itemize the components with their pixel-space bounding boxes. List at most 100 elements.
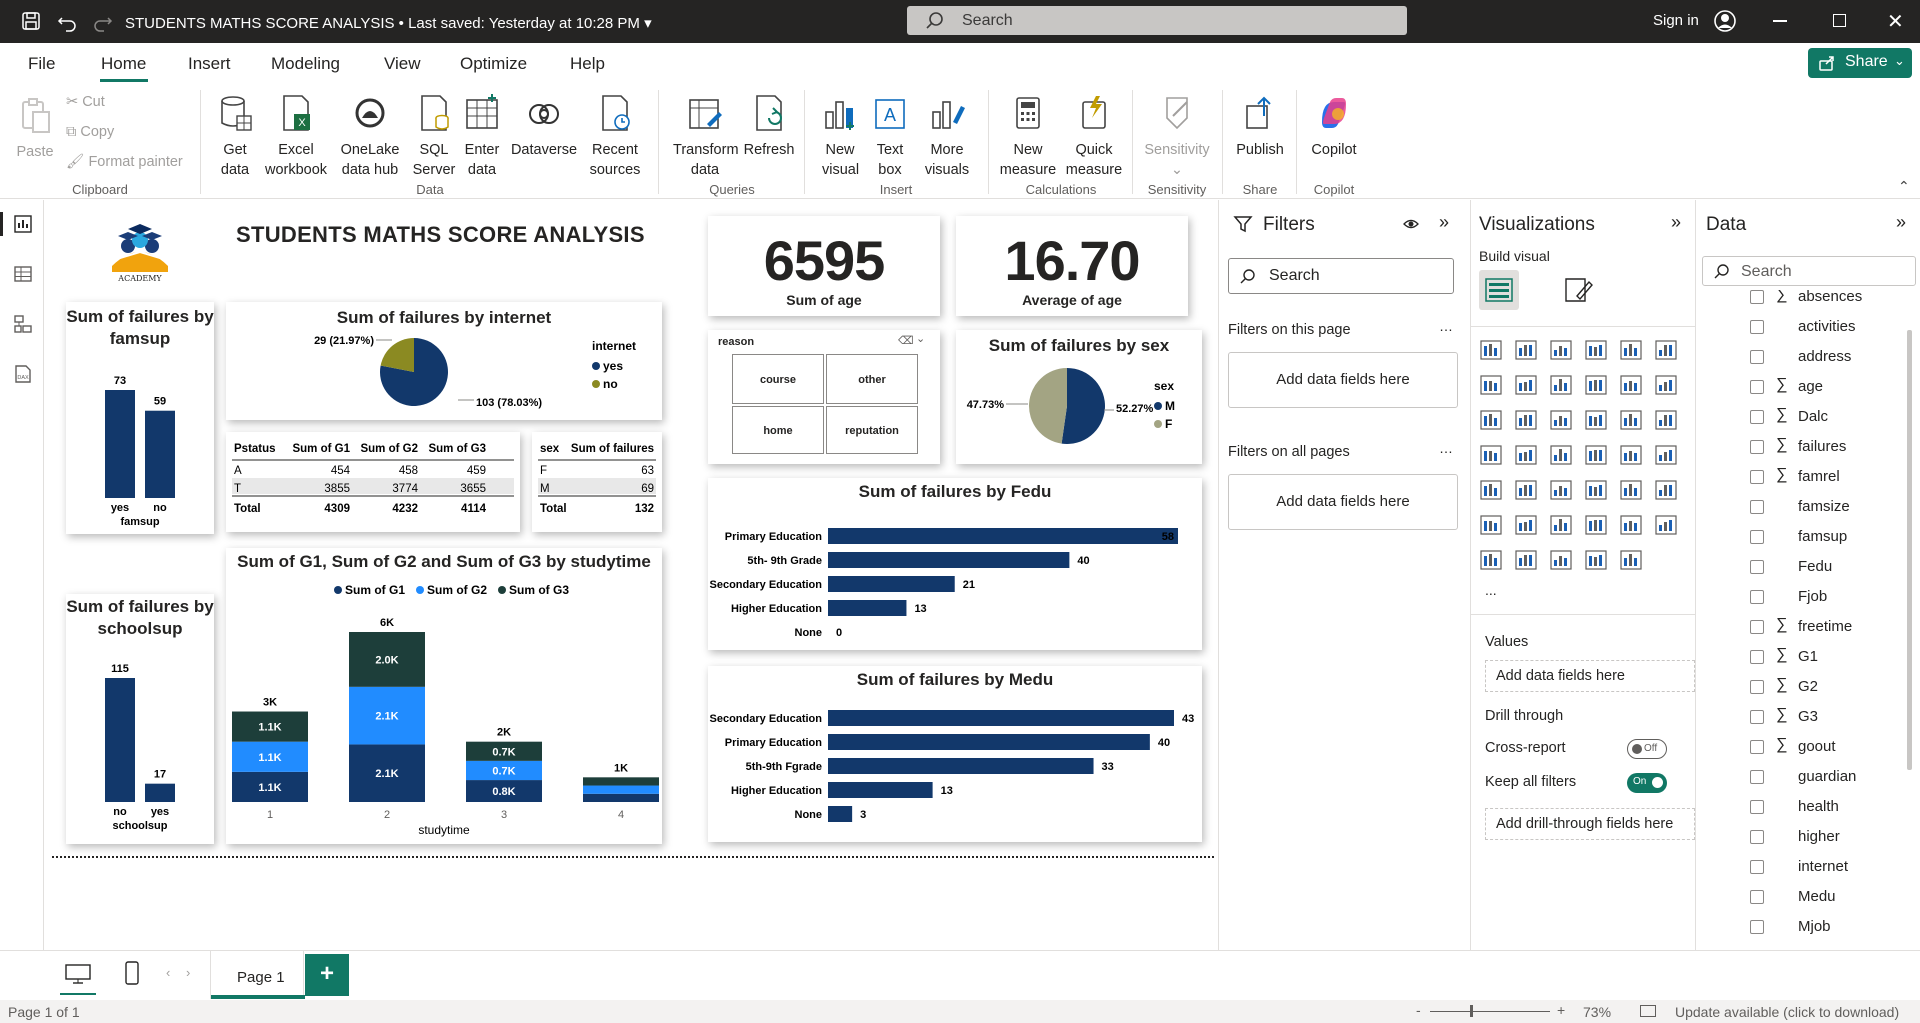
field-higher[interactable]: higher	[1696, 822, 1906, 852]
collapse-data-icon[interactable]: »	[1896, 212, 1906, 233]
collapse-ribbon-icon[interactable]: ⌃	[1898, 178, 1910, 195]
copilot-button[interactable]: Copilot	[1306, 94, 1362, 160]
paste-button[interactable]: Paste	[12, 96, 58, 162]
zoom-slider-thumb[interactable]	[1470, 1005, 1473, 1017]
transform-data-button[interactable]: Transform data	[668, 94, 742, 180]
field-checkbox[interactable]	[1750, 710, 1764, 724]
more-visuals-ellipsis[interactable]: ...	[1485, 582, 1497, 598]
field-failures[interactable]: ∑ failures	[1696, 432, 1906, 462]
field-checkbox[interactable]	[1750, 380, 1764, 394]
pie-visual-icon[interactable]	[1619, 408, 1643, 432]
recent-sources-button[interactable]: Recent sources	[584, 94, 646, 180]
field-checkbox[interactable]	[1750, 320, 1764, 334]
user-avatar-icon[interactable]	[1713, 9, 1737, 33]
redo-icon[interactable]	[92, 10, 114, 32]
format-visual-icon[interactable]	[1563, 276, 1593, 304]
field-checkbox[interactable]	[1750, 770, 1764, 784]
reason-slicer[interactable]: reason ⌫ ⌄ course other home reputation	[708, 330, 940, 464]
minimize-icon[interactable]	[1773, 20, 1787, 22]
dataverse-button[interactable]: Dataverse	[508, 94, 580, 160]
famsup-chart-card[interactable]: Sum of failures by famsup 73 yes 59 no famsu…	[66, 302, 214, 534]
slicer-visual-icon[interactable]	[1549, 478, 1573, 502]
sex-chart-card[interactable]: Sum of failures by sex 52.27% 47.73% sex M F	[956, 330, 1202, 464]
gauge-visual-icon[interactable]	[1619, 443, 1643, 467]
ribbon-visual-icon[interactable]	[1479, 408, 1503, 432]
zoom-in-icon[interactable]: +	[1557, 1002, 1565, 1018]
stacked-bar-visual-icon[interactable]	[1479, 338, 1503, 362]
format-painter-button[interactable]: 🖌 Format painter	[66, 152, 183, 172]
field-G1[interactable]: ∑ G1	[1696, 642, 1906, 672]
field-checkbox[interactable]	[1750, 680, 1764, 694]
field-checkbox[interactable]	[1750, 890, 1764, 904]
kpi-sum-age-card[interactable]: 6595 Sum of age	[708, 216, 940, 316]
r-script-visual-icon[interactable]	[1654, 478, 1678, 502]
search-box[interactable]: Search	[907, 6, 1407, 35]
python-visual-icon[interactable]	[1479, 513, 1503, 537]
get-data-button[interactable]: Get data	[210, 94, 260, 180]
field-checkbox[interactable]	[1750, 440, 1764, 454]
field-Mjob[interactable]: Mjob	[1696, 912, 1906, 942]
medu-chart-card[interactable]: Sum of failures by Medu Secondary Educat…	[708, 666, 1202, 842]
menu-home[interactable]: Home	[101, 54, 146, 74]
100-column-visual-icon[interactable]	[1654, 338, 1678, 362]
quick-measure-button[interactable]: Quick measure	[1062, 94, 1126, 180]
field-health[interactable]: health	[1696, 792, 1906, 822]
line-clustered-visual-icon[interactable]	[1654, 373, 1678, 397]
line-column-visual-icon[interactable]	[1619, 373, 1643, 397]
chevron-down-icon[interactable]: ▾	[644, 15, 652, 32]
menu-view[interactable]: View	[384, 54, 421, 74]
decomposition-tree-visual-icon[interactable]	[1549, 513, 1573, 537]
field-age[interactable]: ∑ age	[1696, 372, 1906, 402]
power-automate-visual-icon[interactable]	[1549, 548, 1573, 572]
clustered-bar-visual-icon[interactable]	[1549, 338, 1573, 362]
field-checkbox[interactable]	[1750, 740, 1764, 754]
eraser-icon[interactable]: ⌫	[898, 334, 914, 347]
qa-visual-icon[interactable]	[1584, 513, 1608, 537]
refresh-button[interactable]: Refresh	[742, 94, 796, 160]
table-visual-icon[interactable]	[1584, 478, 1608, 502]
table-view-icon[interactable]	[13, 264, 33, 284]
filters-search-input[interactable]: Search	[1228, 258, 1454, 294]
paginated-visual-icon[interactable]	[1654, 513, 1678, 537]
page-tab-1[interactable]: Page 1	[210, 951, 305, 999]
kpi-visual-icon[interactable]	[1514, 478, 1538, 502]
next-page-icon[interactable]: ›	[186, 965, 190, 980]
field-internet[interactable]: internet	[1696, 852, 1906, 882]
funnel-visual-icon[interactable]	[1549, 408, 1573, 432]
field-checkbox[interactable]	[1750, 590, 1764, 604]
kpi-avg-age-card[interactable]: 16.70 Average of age	[956, 216, 1188, 316]
filters-all-drop-zone[interactable]: Add data fields here	[1228, 474, 1458, 530]
field-checkbox[interactable]	[1750, 560, 1764, 574]
menu-file[interactable]: File	[28, 54, 55, 74]
fedu-chart-card[interactable]: Sum of failures by Fedu Primary Educatio…	[708, 478, 1202, 650]
studytime-chart-card[interactable]: Sum of G1, Sum of G2 and Sum of G3 by st…	[226, 548, 662, 844]
field-famrel[interactable]: ∑ famrel	[1696, 462, 1906, 492]
fit-to-page-icon[interactable]	[1640, 1005, 1656, 1017]
field-G3[interactable]: ∑ G3	[1696, 702, 1906, 732]
100-bar-visual-icon[interactable]	[1619, 338, 1643, 362]
slicer-option-other[interactable]: other	[826, 354, 918, 404]
eye-icon[interactable]	[1403, 217, 1419, 231]
menu-optimize[interactable]: Optimize	[460, 54, 527, 74]
add-page-button[interactable]: +	[305, 954, 349, 996]
schoolsup-chart-card[interactable]: Sum of failures by schoolsup 115 no 17 yes s…	[66, 594, 214, 844]
field-freetime[interactable]: ∑ freetime	[1696, 612, 1906, 642]
sql-server-button[interactable]: SQL Server	[412, 94, 456, 180]
key-influencers-visual-icon[interactable]	[1514, 513, 1538, 537]
metrics-visual-icon[interactable]	[1479, 548, 1503, 572]
cut-button[interactable]: ✂ Cut	[66, 92, 105, 112]
100-area-visual-icon[interactable]	[1584, 373, 1608, 397]
field-checkbox[interactable]	[1750, 650, 1764, 664]
field-checkbox[interactable]	[1750, 410, 1764, 424]
matrix-visual-icon[interactable]	[1619, 478, 1643, 502]
field-absences[interactable]: ∑ absences	[1696, 290, 1906, 312]
copy-button[interactable]: ⧉ Copy	[66, 122, 114, 142]
field-checkbox[interactable]	[1750, 530, 1764, 544]
desktop-layout-icon[interactable]	[64, 963, 92, 985]
undo-icon[interactable]	[56, 10, 78, 32]
field-guardian[interactable]: guardian	[1696, 762, 1906, 792]
build-visual-tab[interactable]	[1479, 270, 1519, 310]
drill-through-drop-zone[interactable]: Add drill-through fields here	[1485, 808, 1695, 840]
more-options-icon[interactable]: …	[1439, 318, 1453, 334]
maximize-icon[interactable]	[1833, 14, 1846, 27]
